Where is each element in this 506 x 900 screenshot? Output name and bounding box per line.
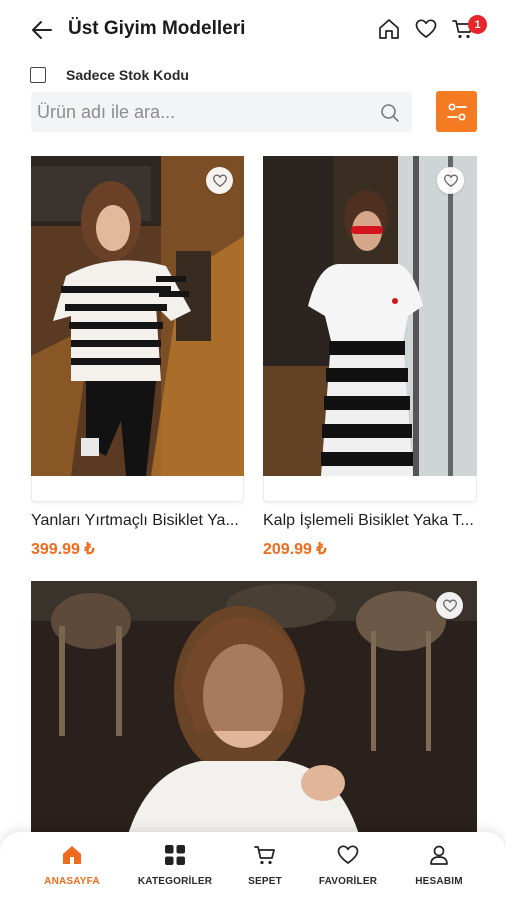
home-icon (63, 846, 81, 864)
nav-item-categories[interactable]: KATEGORİLER (125, 832, 225, 900)
sliders-icon (446, 102, 467, 121)
product-name[interactable]: Yanları Yırtmaçlı Bisiklet Ya... (31, 512, 244, 530)
search-bar (31, 92, 412, 132)
favorite-button[interactable] (437, 167, 464, 194)
page-title: Üst Giyim Modelleri (68, 18, 246, 39)
product-card[interactable]: Kalp İşlemeli Bisiklet Yaka T... 209.99 … (263, 156, 477, 566)
home-button[interactable] (374, 14, 404, 44)
product-photo (31, 581, 477, 841)
product-card-footer (31, 476, 244, 502)
search-icon[interactable] (379, 102, 401, 124)
product-price: 209.99 ₺ (263, 541, 327, 558)
product-image[interactable] (31, 581, 477, 841)
stock-code-checkbox[interactable] (30, 67, 46, 83)
product-card[interactable] (31, 581, 477, 841)
bottom-navigation: ANASAYFA KATEGORİLER SEPET FAVORİLER HES… (0, 832, 506, 900)
product-image[interactable] (263, 156, 477, 476)
product-photo (263, 156, 477, 476)
home-icon (379, 19, 399, 39)
product-name[interactable]: Kalp İşlemeli Bisiklet Yaka T... (263, 512, 477, 530)
cart-icon (254, 846, 275, 865)
grid-icon (165, 845, 185, 865)
nav-item-favorites[interactable]: FAVORİLER (298, 832, 398, 900)
app-header: Üst Giyim Modelleri 1 (0, 0, 506, 58)
back-button[interactable] (28, 16, 56, 44)
heart-icon (415, 19, 437, 38)
product-price: 399.99 ₺ (31, 541, 95, 558)
heart-icon (443, 174, 458, 187)
favorites-button[interactable] (411, 14, 441, 44)
search-input[interactable] (31, 92, 377, 132)
favorite-button[interactable] (206, 167, 233, 194)
heart-icon (212, 174, 227, 187)
favorite-button[interactable] (436, 592, 463, 619)
product-card[interactable]: Yanları Yırtmaçlı Bisiklet Ya... 399.99 … (31, 156, 244, 566)
nav-item-account[interactable]: HESABIM (389, 832, 489, 900)
product-photo (31, 156, 244, 476)
filter-button[interactable] (436, 91, 477, 132)
stock-code-label: Sadece Stok Kodu (66, 67, 189, 83)
product-image[interactable] (31, 156, 244, 476)
nav-label: KATEGORİLER (137, 876, 213, 887)
product-card-footer (263, 476, 477, 502)
nav-label: HESABIM (415, 876, 463, 887)
nav-item-home[interactable]: ANASAYFA (22, 832, 122, 900)
heart-icon (337, 845, 359, 864)
nav-label: ANASAYFA (44, 876, 100, 887)
user-icon (430, 845, 448, 865)
heart-icon (442, 599, 457, 612)
arrow-left-icon (32, 21, 52, 39)
cart-count-badge: 1 (468, 15, 487, 34)
nav-label: FAVORİLER (318, 876, 378, 887)
stock-code-filter[interactable]: Sadece Stok Kodu (30, 63, 189, 87)
